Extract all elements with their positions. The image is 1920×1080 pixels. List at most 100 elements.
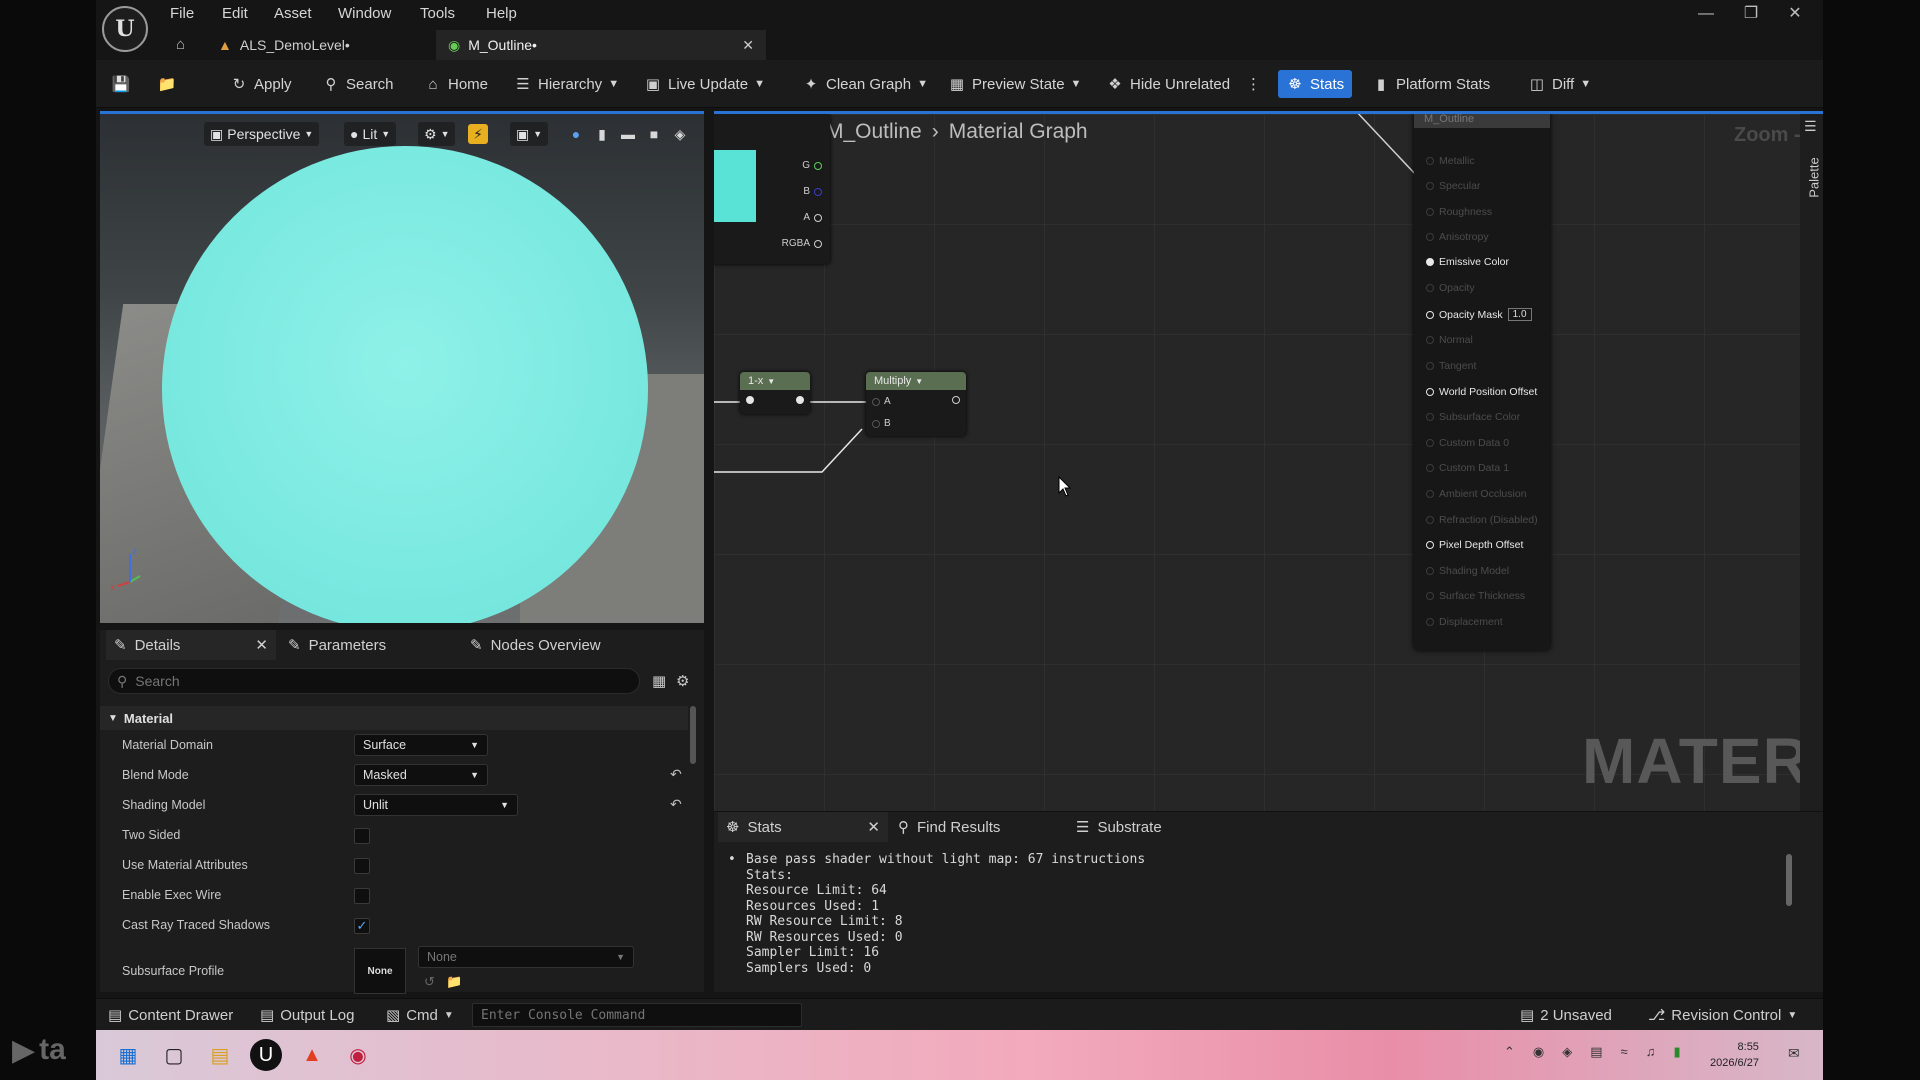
palette-menu-icon[interactable]: ☰ (1804, 118, 1817, 135)
one-minus-output-pin[interactable] (796, 396, 804, 404)
stats-button[interactable]: ☸ Stats (1278, 70, 1353, 98)
details-scrollbar[interactable] (690, 706, 696, 764)
diff-button[interactable]: ◫ Diff ▼ (1528, 72, 1591, 96)
gear-icon[interactable]: ⚙ (676, 672, 689, 690)
save-button[interactable]: 💾 (112, 72, 131, 96)
pin-opacity-mask[interactable]: Opacity Mask 1.0 (1426, 308, 1532, 321)
multiply-pin-a[interactable]: A (872, 396, 891, 407)
pin-subsurface-color[interactable]: Subsurface Color (1426, 411, 1520, 423)
menu-edit[interactable]: Edit (222, 5, 248, 22)
revision-control-button[interactable]: ⎇ Revision Control ▼ (1648, 1005, 1797, 1025)
pin-a[interactable]: A (803, 212, 822, 223)
unsaved-button[interactable]: ▤ 2 Unsaved (1520, 1005, 1612, 1025)
task-view-icon[interactable]: ▢ (158, 1039, 190, 1071)
pin-surface-thickness[interactable]: Surface Thickness (1426, 590, 1525, 602)
pin-shading-model[interactable]: Shading Model (1426, 565, 1509, 577)
preview-mesh-dropdown[interactable]: ▣ ▼ (510, 122, 549, 146)
preview-viewport[interactable]: ▣ Perspective ▼ ● Lit ▼ ⚙ ▼ ⚡ ▣ ▼ ● ▮ ▬ … (100, 111, 704, 623)
two-sided-checkbox[interactable] (354, 828, 370, 844)
pin-specular[interactable]: Specular (1426, 180, 1480, 192)
keyboard-icon[interactable]: ▤ (1590, 1044, 1602, 1060)
use-material-attributes-checkbox[interactable] (354, 858, 370, 874)
chevron-up-icon[interactable]: ⌃ (1504, 1044, 1515, 1060)
reset-to-default-icon[interactable]: ↶ (670, 766, 682, 783)
tab-find-results[interactable]: ⚲ Find Results (898, 812, 1000, 842)
pin-refraction[interactable]: Refraction (Disabled) (1426, 514, 1538, 526)
restore-icon[interactable]: ❐ (1736, 2, 1766, 26)
details-search-box[interactable]: ⚲ (108, 668, 640, 694)
menu-asset[interactable]: Asset (274, 5, 312, 22)
enable-exec-wire-checkbox[interactable] (354, 888, 370, 904)
palette-sidebar[interactable]: ☰ Palette (1800, 114, 1823, 811)
close-tab-icon[interactable]: ✕ (867, 818, 880, 836)
multiply-pin-b[interactable]: B (872, 418, 891, 429)
home-button[interactable]: ⌂ Home (424, 72, 488, 96)
stats-scrollbar[interactable] (1786, 854, 1792, 906)
minimize-icon[interactable]: — (1691, 2, 1721, 26)
blend-mode-dropdown[interactable]: Masked ▼ (354, 764, 488, 786)
menu-help[interactable]: Help (486, 5, 517, 22)
content-drawer-button[interactable]: ▤ Content Drawer (108, 1005, 233, 1025)
tab-details[interactable]: ✎ Details ✕ (106, 630, 276, 660)
cylinder-preview-icon[interactable]: ▮ (592, 124, 612, 144)
hierarchy-button[interactable]: ☰ Hierarchy ▼ (514, 72, 619, 96)
one-minus-input-pin[interactable] (746, 396, 754, 404)
pin-custom-data-1[interactable]: Custom Data 1 (1426, 462, 1509, 474)
more-options-icon[interactable]: ⋮ (1246, 72, 1261, 96)
pin-normal[interactable]: Normal (1426, 334, 1473, 346)
cast-ray-traced-shadows-checkbox[interactable]: ✓ (354, 918, 370, 934)
pin-custom-data-0[interactable]: Custom Data 0 (1426, 437, 1509, 449)
clean-graph-button[interactable]: ✦ Clean Graph ▼ (802, 72, 928, 96)
subsurface-profile-thumbnail[interactable]: None (354, 948, 406, 994)
pin-pixel-depth-offset[interactable]: Pixel Depth Offset (1426, 539, 1523, 551)
tab-parameters[interactable]: ✎ Parameters (288, 630, 386, 660)
pin-ambient-occlusion[interactable]: Ambient Occlusion (1426, 488, 1527, 500)
tab-als-demolevel[interactable]: ▲ ALS_DemoLevel• (206, 30, 436, 60)
palette-tab[interactable]: Palette (1807, 157, 1822, 197)
pin-anisotropy[interactable]: Anisotropy (1426, 231, 1489, 243)
output-log-button[interactable]: ▤ Output Log (260, 1005, 354, 1025)
subsurface-profile-dropdown[interactable]: None ▼ (418, 946, 634, 968)
close-tab-icon[interactable]: ✕ (255, 636, 268, 654)
console-command-input[interactable] (472, 1003, 802, 1027)
file-explorer-icon[interactable]: ▤ (204, 1039, 236, 1071)
lit-dropdown[interactable]: ● Lit ▼ (344, 122, 397, 146)
tab-substrate[interactable]: ☰ Substrate (1076, 812, 1162, 842)
close-window-icon[interactable]: ✕ (1780, 2, 1810, 26)
multiply-node[interactable]: Multiply ▼ A B (866, 372, 966, 436)
browse-button[interactable]: 📁 (158, 72, 177, 96)
material-section-header[interactable]: ▼ Material (100, 706, 688, 730)
plane-preview-icon[interactable]: ▬ (618, 124, 638, 144)
cube-preview-icon[interactable]: ■ (644, 124, 664, 144)
network-icon[interactable]: ◉ (1533, 1044, 1544, 1060)
multiply-output-pin[interactable] (952, 396, 960, 404)
material-graph-canvas[interactable]: M_Outline › Material Graph ← → ▦ Zoom -2… (714, 111, 1823, 811)
brave-browser-icon[interactable]: ▲ (296, 1039, 328, 1071)
menu-file[interactable]: File (170, 5, 194, 22)
menu-window[interactable]: Window (338, 5, 391, 22)
pin-world-position-offset[interactable]: World Position Offset (1426, 386, 1537, 398)
details-search-input[interactable] (135, 673, 596, 689)
pin-rgba[interactable]: RGBA (782, 238, 822, 249)
use-selected-icon[interactable]: ↺ (424, 974, 435, 990)
notification-icon[interactable]: ✉ (1788, 1045, 1800, 1062)
hide-unrelated-button[interactable]: ❖ Hide Unrelated (1106, 72, 1230, 96)
pin-opacity[interactable]: Opacity (1426, 282, 1475, 294)
home-tab-icon[interactable]: ⌂ (176, 36, 185, 53)
breadcrumb-leaf[interactable]: Material Graph (949, 120, 1088, 144)
color-constant-node[interactable]: G B A RGBA (714, 114, 830, 264)
realtime-toggle-icon[interactable]: ⚡ (468, 124, 488, 144)
battery-icon[interactable]: ▮ (1673, 1044, 1680, 1060)
sphere-preview-icon[interactable]: ● (566, 124, 586, 144)
pin-roughness[interactable]: Roughness (1426, 206, 1492, 218)
live-update-button[interactable]: ▣ Live Update ▼ (644, 72, 765, 96)
tab-m-outline[interactable]: ◉ M_Outline• ✕ (436, 30, 766, 60)
perspective-dropdown[interactable]: ▣ Perspective ▼ (204, 122, 320, 146)
pin-metallic[interactable]: Metallic (1426, 155, 1475, 167)
menu-tools[interactable]: Tools (420, 5, 455, 22)
table-view-icon[interactable]: ▦ (652, 672, 666, 690)
cmd-dropdown[interactable]: ▧ Cmd ▼ (386, 1005, 454, 1025)
tray-app-icon[interactable]: ◈ (1562, 1044, 1572, 1060)
preview-state-button[interactable]: ▦ Preview State ▼ (948, 72, 1082, 96)
search-button[interactable]: ⚲ Search (322, 72, 394, 96)
